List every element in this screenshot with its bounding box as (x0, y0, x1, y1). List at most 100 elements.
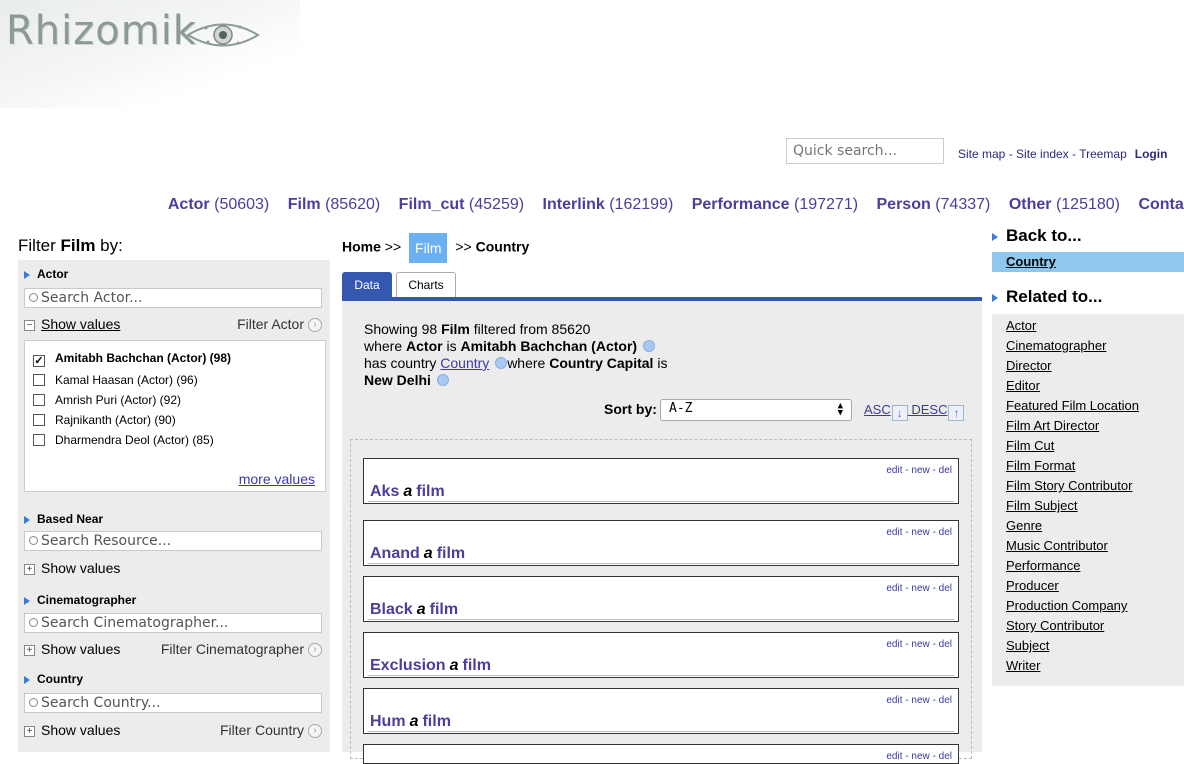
related-link[interactable]: Editor (1006, 378, 1040, 393)
edit-link[interactable]: edit (886, 751, 902, 762)
related-link[interactable]: Director (1006, 358, 1052, 373)
search-actor-input[interactable]: Search Actor... (24, 288, 322, 308)
related-link[interactable]: Film Format (1006, 458, 1075, 473)
nav-item-contact[interactable]: Contact (1138, 196, 1184, 213)
related-link[interactable]: Genre (1006, 518, 1042, 533)
nav-item-actor[interactable]: Actor (50603) (168, 196, 269, 213)
related-link[interactable]: Performance (1006, 558, 1080, 573)
nav-item-film[interactable]: Film (85620) (288, 196, 381, 213)
new-link[interactable]: new (911, 695, 929, 706)
checkbox[interactable] (33, 394, 45, 406)
login-link[interactable]: Login (1135, 147, 1168, 161)
nav-item-other[interactable]: Other (125180) (1009, 196, 1120, 213)
remove-filter-icon[interactable] (495, 357, 508, 369)
nav-item-interlink[interactable]: Interlink (162199) (543, 196, 674, 213)
expand-icon[interactable]: + (24, 644, 35, 656)
new-link[interactable]: new (911, 583, 929, 594)
sort-desc-link[interactable]: DESC ↑ (911, 402, 965, 421)
sort-select[interactable]: A-Z ▲ ▼ (660, 399, 852, 421)
delete-link[interactable]: del (939, 639, 952, 650)
new-link[interactable]: new (911, 751, 929, 762)
quick-search-input[interactable] (786, 138, 944, 164)
logo[interactable]: Rhizomik (0, 0, 300, 108)
show-values-link[interactable]: Show values (41, 316, 120, 332)
actor-value-item[interactable]: Rajnikanth (Actor) (90) (33, 413, 176, 427)
edit-link[interactable]: edit (886, 465, 902, 476)
related-link[interactable]: Actor (1006, 318, 1036, 333)
expand-icon[interactable]: + (24, 725, 35, 737)
result-title[interactable]: Hum a film (370, 713, 451, 731)
edit-link[interactable]: edit (886, 639, 902, 650)
site-index-link[interactable]: Site index (1016, 147, 1069, 161)
related-link[interactable]: Cinematographer (1006, 338, 1106, 353)
show-values-link[interactable]: Show values (41, 722, 120, 738)
related-to-header[interactable]: Related to... (992, 287, 1102, 307)
edit-link[interactable]: edit (886, 695, 902, 706)
new-link[interactable]: new (911, 527, 929, 538)
nav-item-film-cut[interactable]: Film_cut (45259) (399, 196, 524, 213)
tab-charts[interactable]: Charts (396, 272, 456, 298)
summary-property: Country Capital (549, 355, 654, 371)
facet-actor-header[interactable]: Actor (18, 267, 68, 281)
related-link[interactable]: Film Subject (1006, 498, 1078, 513)
actor-value-item[interactable]: ✓ Amitabh Bachchan (Actor) (98) (33, 351, 231, 367)
related-link[interactable]: Music Contributor (1006, 538, 1108, 553)
expand-icon[interactable]: + (24, 563, 35, 575)
new-link[interactable]: new (911, 639, 929, 650)
related-link[interactable]: Film Story Contributor (1006, 478, 1132, 493)
delete-link[interactable]: del (939, 465, 952, 476)
result-title[interactable]: Anand a film (370, 545, 465, 563)
result-title[interactable]: Aks a film (370, 483, 445, 501)
nav-item-performance[interactable]: Performance (197271) (692, 196, 858, 213)
related-link[interactable]: Producer (1006, 578, 1059, 593)
treemap-link[interactable]: Treemap (1079, 147, 1127, 161)
filter-actor-button[interactable]: Filter Actor › (237, 316, 322, 333)
related-link[interactable]: Film Cut (1006, 438, 1054, 453)
sort-asc-link[interactable]: ASC ↓ (864, 402, 908, 421)
actor-value-item[interactable]: Kamal Haasan (Actor) (96) (33, 373, 198, 387)
new-link[interactable]: new (911, 465, 929, 476)
related-link[interactable]: Writer (1006, 658, 1040, 673)
related-link[interactable]: Story Contributor (1006, 618, 1104, 633)
edit-link[interactable]: edit (886, 583, 902, 594)
back-to-country-link[interactable]: Country (992, 252, 1184, 272)
site-map-link[interactable]: Site map (958, 147, 1005, 161)
related-link[interactable]: Featured Film Location (1006, 398, 1139, 413)
related-link[interactable]: Film Art Director (1006, 418, 1099, 433)
search-cinematographer-input[interactable]: Search Cinematographer... (24, 613, 322, 633)
delete-link[interactable]: del (939, 695, 952, 706)
country-link[interactable]: Country (440, 355, 489, 371)
delete-link[interactable]: del (939, 583, 952, 594)
show-values-link[interactable]: Show values (41, 560, 120, 576)
checkbox[interactable] (33, 434, 45, 446)
checkbox[interactable] (33, 414, 45, 426)
facet-country-header[interactable]: Country (18, 672, 83, 686)
facet-based-near-header[interactable]: Based Near (18, 512, 103, 526)
back-to-header[interactable]: Back to... (992, 226, 1082, 246)
remove-filter-icon[interactable] (436, 374, 449, 386)
related-link[interactable]: Subject (1006, 638, 1049, 653)
actor-value-item[interactable]: Amrish Puri (Actor) (92) (33, 393, 181, 407)
nav-item-person[interactable]: Person (74337) (877, 196, 991, 213)
show-values-link[interactable]: Show values (41, 641, 120, 657)
more-values-link[interactable]: more values (239, 471, 315, 487)
checkbox-checked[interactable]: ✓ (33, 355, 45, 367)
search-resource-input[interactable]: Search Resource... (24, 531, 322, 551)
filter-cinematographer-button[interactable]: Filter Cinematographer › (161, 641, 322, 658)
search-country-input[interactable]: Search Country... (24, 693, 322, 713)
breadcrumb-home[interactable]: Home (342, 239, 381, 255)
tab-data[interactable]: Data (342, 272, 392, 298)
filter-country-button[interactable]: Filter Country › (220, 722, 322, 739)
collapse-icon[interactable]: − (24, 319, 35, 331)
breadcrumb-film[interactable]: Film (409, 233, 448, 263)
facet-cinematographer-header[interactable]: Cinematographer (18, 593, 136, 607)
related-link[interactable]: Production Company (1006, 598, 1127, 613)
result-title[interactable]: Black a film (370, 601, 458, 619)
delete-link[interactable]: del (939, 751, 952, 762)
delete-link[interactable]: del (939, 527, 952, 538)
edit-link[interactable]: edit (886, 527, 902, 538)
checkbox[interactable] (33, 374, 45, 386)
result-title[interactable]: Exclusion a film (370, 657, 491, 675)
remove-filter-icon[interactable] (642, 340, 655, 352)
actor-value-item[interactable]: Dharmendra Deol (Actor) (85) (33, 433, 214, 447)
